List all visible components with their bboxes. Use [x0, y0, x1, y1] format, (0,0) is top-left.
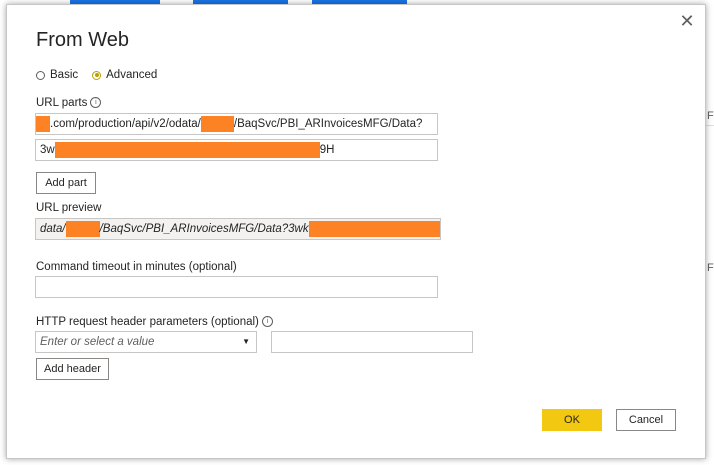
url-parts-label-text: URL parts — [36, 97, 88, 109]
redaction-block — [200, 115, 234, 132]
redaction-block — [54, 141, 320, 158]
redaction-block — [36, 115, 50, 132]
command-timeout-input[interactable] — [35, 276, 438, 298]
url-parts-label: URL parts i — [36, 97, 102, 109]
radio-basic-label: Basic — [50, 69, 79, 81]
command-timeout-label: Command timeout in minutes (optional) — [36, 261, 237, 273]
url-preview-label: URL preview — [36, 202, 102, 214]
ok-button[interactable]: OK — [542, 409, 602, 431]
radio-advanced-circle[interactable] — [92, 70, 102, 80]
http-header-label-text: HTTP request header parameters (optional… — [36, 316, 259, 328]
radio-advanced-label: Advanced — [106, 69, 158, 81]
url-preview-prefix: data/ — [40, 223, 66, 235]
from-web-dialog: ✕ From Web Basic Advanced URL parts i .co… — [6, 4, 706, 459]
url-part-2-suffix: 9H — [319, 144, 335, 156]
chevron-down-icon[interactable]: ▼ — [242, 332, 250, 352]
url-part-1-text: .com/production/api/v2/odata/ — [50, 118, 201, 130]
url-preview-text: /BaqSvc/PBI_ARInvoicesMFG/Data?3wk — [99, 223, 309, 235]
header-value-input[interactable] — [271, 331, 473, 353]
url-part-2-input[interactable]: 3w 9H — [35, 139, 438, 161]
url-part-1-suffix: /BaqSvc/PBI_ARInvoicesMFG/Data? — [233, 118, 423, 130]
url-part-2-prefix: 3w — [40, 144, 55, 156]
http-header-label: HTTP request header parameters (optional… — [36, 316, 273, 328]
cancel-button[interactable]: Cancel — [616, 409, 676, 431]
url-preview-field: data/ /BaqSvc/PBI_ARInvoicesMFG/Data?3wk — [35, 218, 441, 240]
dialog-title: From Web — [36, 29, 129, 51]
radio-basic-circle[interactable] — [36, 70, 45, 80]
radio-basic[interactable]: Basic — [36, 69, 78, 81]
background-text-fi-2: Fi — [707, 262, 714, 274]
info-icon[interactable]: i — [90, 97, 102, 109]
radio-advanced[interactable]: Advanced — [92, 69, 157, 81]
background-divider — [706, 125, 714, 126]
background-text-fi-1: Fi — [707, 110, 714, 122]
close-icon[interactable]: ✕ — [677, 11, 697, 31]
header-name-dropdown[interactable]: Enter or select a value ▼ — [35, 331, 257, 353]
header-name-placeholder: Enter or select a value — [40, 336, 155, 348]
info-icon[interactable]: i — [261, 316, 273, 328]
redaction-block — [65, 220, 100, 237]
mode-radio-group: Basic Advanced — [36, 69, 171, 81]
add-part-button[interactable]: Add part — [36, 172, 96, 194]
url-part-1-input[interactable]: .com/production/api/v2/odata/ /BaqSvc/PBI… — [35, 113, 438, 135]
redaction-block — [308, 220, 440, 237]
add-header-button[interactable]: Add header — [36, 358, 109, 380]
